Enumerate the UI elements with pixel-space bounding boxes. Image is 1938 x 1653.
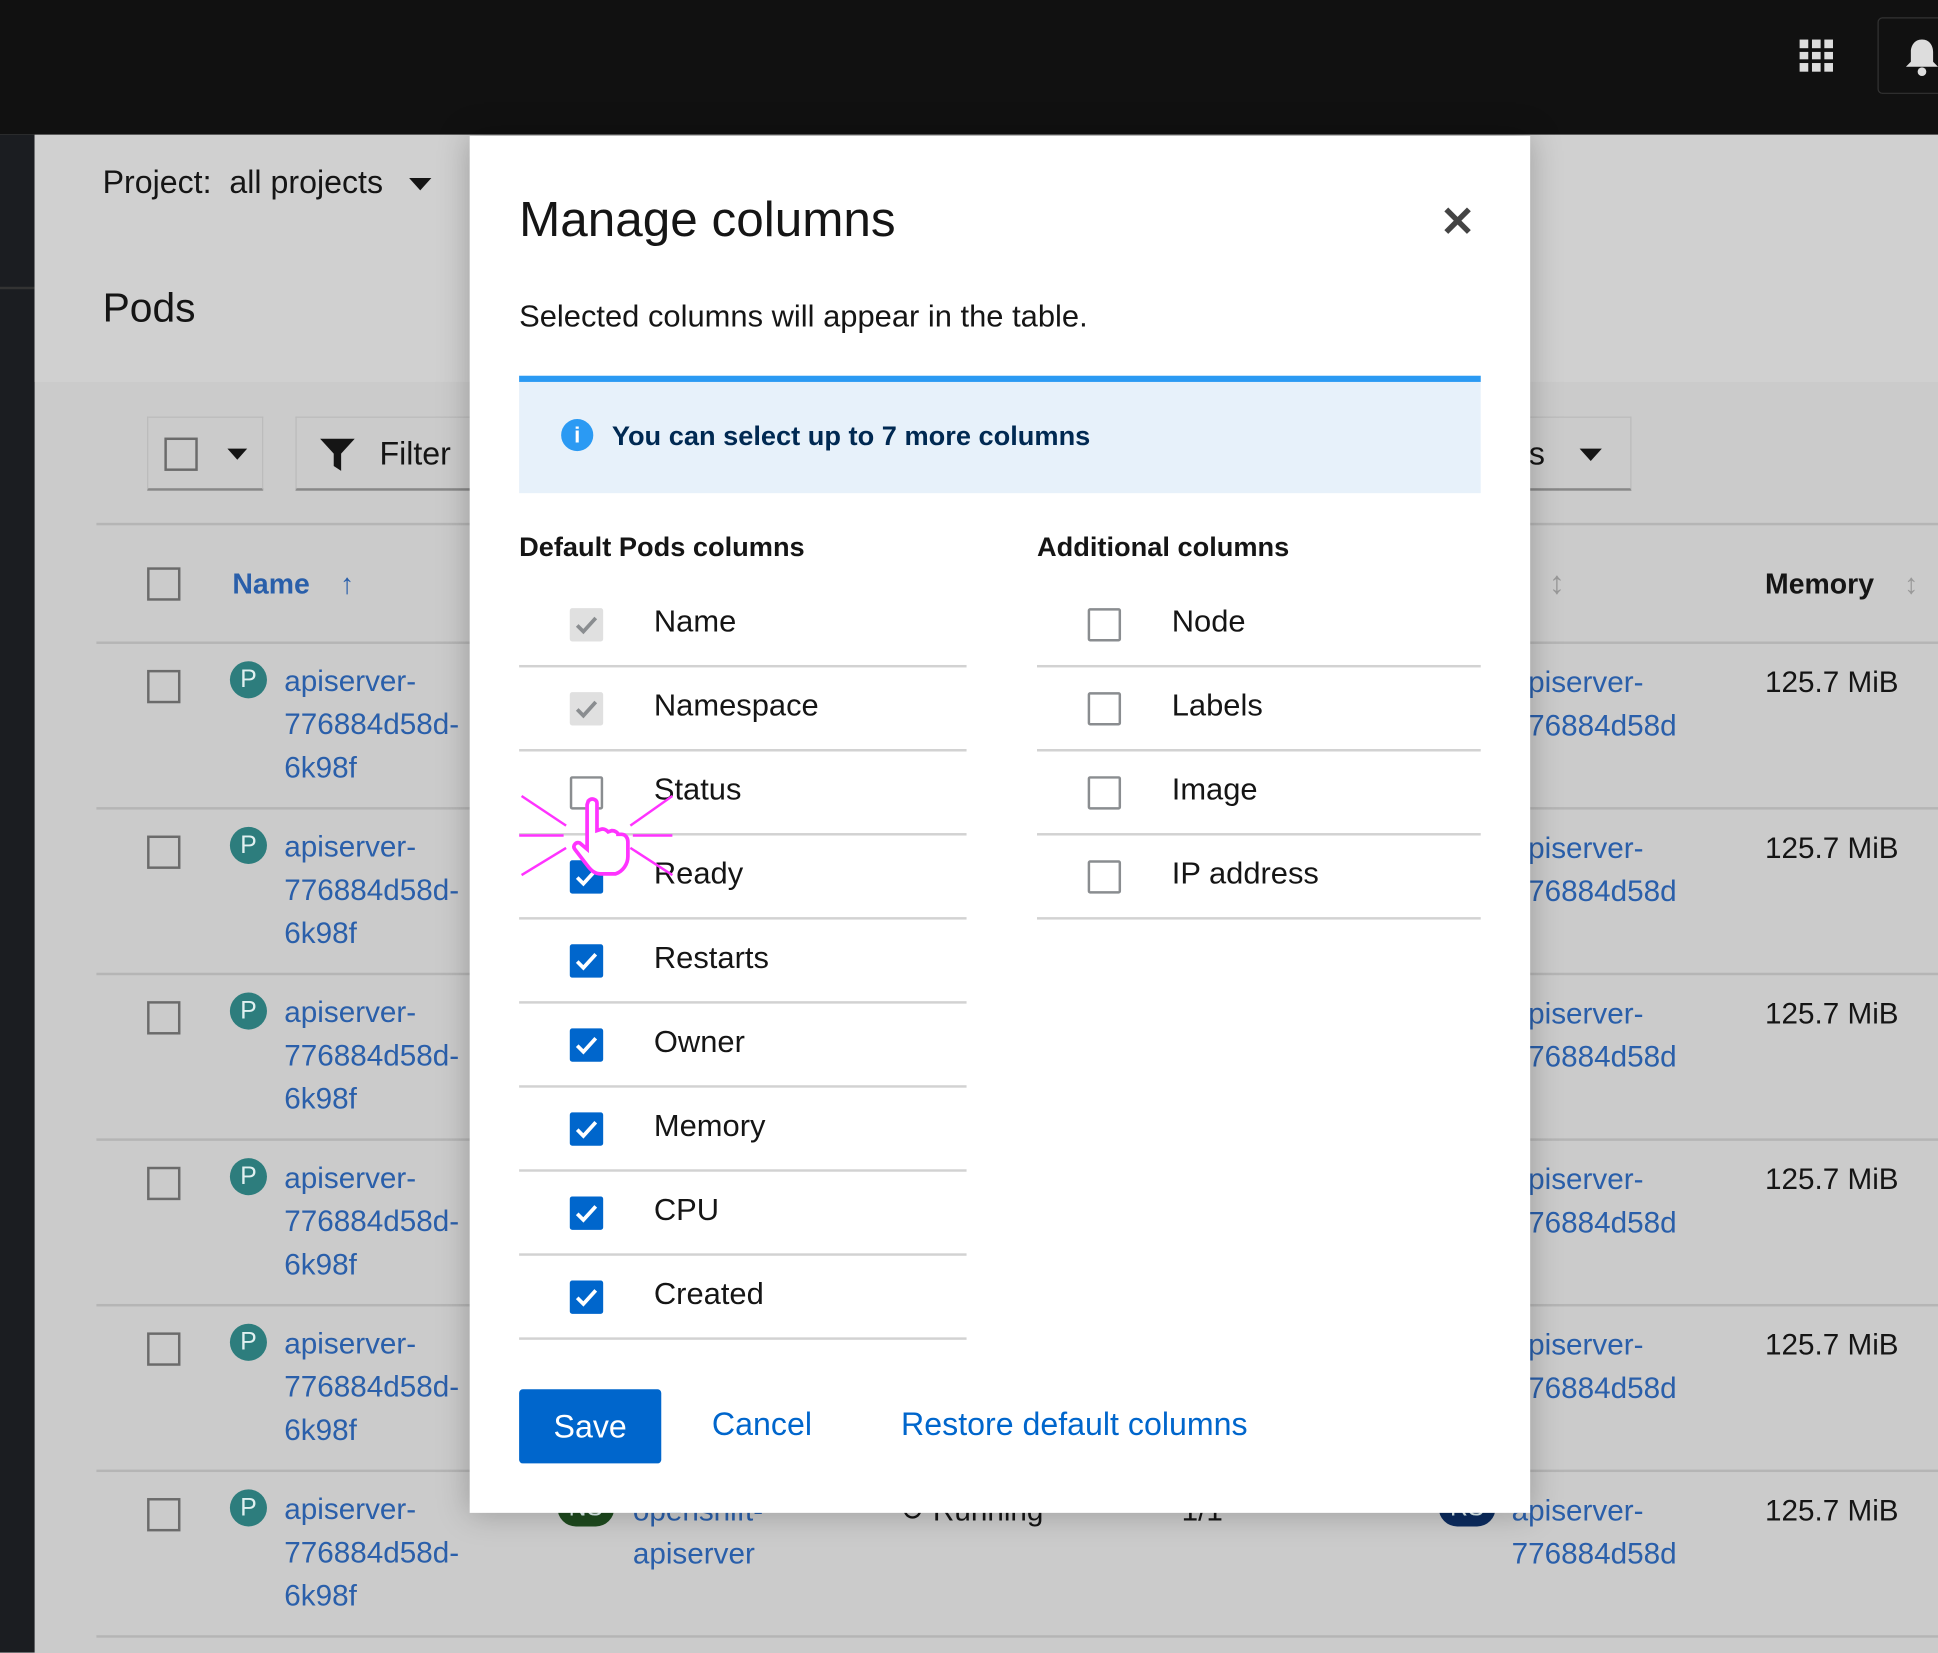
row-checkbox[interactable] xyxy=(147,1498,181,1532)
pod-name-link[interactable]: apiserver- 776884d58d- 6k98f xyxy=(284,826,459,956)
column-option[interactable]: Restarts xyxy=(519,920,967,1004)
column-option[interactable]: Namespace xyxy=(519,667,967,752)
grid-icon[interactable] xyxy=(1799,39,1835,72)
click-cursor-icon xyxy=(519,794,674,877)
page-title: Pods xyxy=(102,284,196,331)
default-columns-heading: Default Pods columns xyxy=(519,531,805,563)
memory-value: 125.7 MiB xyxy=(1765,997,1899,1031)
modal-title: Manage columns xyxy=(519,192,896,248)
caret-down-icon xyxy=(1579,448,1602,462)
project-selector[interactable]: Project: all projects xyxy=(103,163,432,201)
sidebar xyxy=(0,134,35,1653)
owner-link[interactable]: apiserver- 776884d58d xyxy=(1512,1158,1677,1245)
pod-badge: P xyxy=(229,826,267,864)
sort-icon[interactable]: ↕ xyxy=(1549,564,1565,602)
owner-link[interactable]: apiserver- 776884d58d xyxy=(1512,993,1677,1080)
owner-link[interactable]: apiserver- 776884d58d xyxy=(1512,827,1677,914)
column-option[interactable]: Memory xyxy=(519,1088,967,1172)
row-checkbox[interactable] xyxy=(147,669,181,704)
masthead xyxy=(0,0,1938,135)
row-checkbox[interactable] xyxy=(147,835,181,869)
filter-icon xyxy=(320,438,355,471)
cancel-button[interactable]: Cancel xyxy=(712,1405,812,1443)
column-checkbox[interactable] xyxy=(569,1196,604,1230)
column-option[interactable]: IP address xyxy=(1037,836,1481,920)
owner-link[interactable]: apiserver- 776884d58d xyxy=(1512,1489,1677,1576)
column-checkbox[interactable] xyxy=(1087,860,1122,894)
memory-value: 125.7 MiB xyxy=(1765,1494,1899,1528)
close-icon[interactable]: ✕ xyxy=(1440,198,1475,247)
memory-value: 125.7 MiB xyxy=(1765,1163,1899,1197)
sort-icon: ↕ xyxy=(1904,567,1919,600)
column-option[interactable]: Owner xyxy=(519,1004,967,1088)
filter-button[interactable]: Filter xyxy=(295,416,494,491)
column-checkbox[interactable] xyxy=(1087,608,1122,642)
caret-down-icon xyxy=(409,178,432,191)
pod-name-link[interactable]: apiserver- 776884d58d- 6k98f xyxy=(284,1488,459,1618)
column-checkbox[interactable] xyxy=(569,1028,604,1062)
memory-value: 125.7 MiB xyxy=(1765,1328,1899,1363)
pod-badge: P xyxy=(229,661,267,699)
column-header-name[interactable]: Name ↑ xyxy=(232,567,354,600)
info-icon: i xyxy=(561,419,594,452)
column-option[interactable]: Node xyxy=(1037,583,1481,668)
row-checkbox[interactable] xyxy=(147,1332,181,1366)
pod-badge: P xyxy=(229,1158,267,1196)
column-checkbox[interactable] xyxy=(1087,776,1122,810)
restore-default-columns-button[interactable]: Restore default columns xyxy=(901,1405,1248,1443)
column-option[interactable]: Name xyxy=(519,583,967,668)
additional-columns-heading: Additional columns xyxy=(1037,531,1290,563)
column-checkbox[interactable] xyxy=(569,944,604,978)
pod-name-link[interactable]: apiserver- 776884d58d- 6k98f xyxy=(284,1323,459,1453)
pod-name-link[interactable]: apiserver- 776884d58d- 6k98f xyxy=(284,1157,459,1287)
pod-badge: P xyxy=(229,1323,267,1361)
row-checkbox[interactable] xyxy=(147,1001,181,1035)
caret-down-icon xyxy=(227,448,248,460)
column-checkbox[interactable] xyxy=(569,1280,604,1314)
column-checkbox xyxy=(569,692,604,726)
notifications-button[interactable] xyxy=(1877,17,1938,94)
memory-value: 125.7 MiB xyxy=(1765,831,1899,866)
owner-link[interactable]: apiserver- 776884d58d xyxy=(1512,661,1677,748)
pod-badge: P xyxy=(229,992,267,1030)
column-option[interactable]: CPU xyxy=(519,1172,967,1256)
save-button[interactable]: Save xyxy=(519,1389,662,1464)
pod-name-link[interactable]: apiserver- 776884d58d- 6k98f xyxy=(284,660,459,790)
sort-ascending-icon: ↑ xyxy=(339,567,355,600)
owner-link[interactable]: apiserver- 776884d58d xyxy=(1512,1324,1677,1411)
memory-value: 125.7 MiB xyxy=(1765,666,1899,700)
column-header-memory[interactable]: Memory ↕ xyxy=(1765,567,1918,600)
info-alert: i You can select up to 7 more columns xyxy=(519,375,1481,494)
bell-icon xyxy=(1905,39,1938,77)
row-checkbox[interactable] xyxy=(147,1166,181,1201)
column-checkbox[interactable] xyxy=(1087,692,1122,726)
select-all-checkbox[interactable] xyxy=(147,567,181,601)
column-option[interactable]: Image xyxy=(1037,751,1481,836)
column-option[interactable]: Created xyxy=(519,1256,967,1340)
pod-name-link[interactable]: apiserver- 776884d58d- 6k98f xyxy=(284,991,459,1121)
column-option[interactable]: Labels xyxy=(1037,667,1481,752)
pod-badge: P xyxy=(229,1489,267,1527)
column-checkbox xyxy=(569,608,604,642)
column-checkbox[interactable] xyxy=(569,1112,604,1146)
modal-description: Selected columns will appear in the tabl… xyxy=(519,299,1088,334)
bulk-select[interactable] xyxy=(147,416,264,491)
